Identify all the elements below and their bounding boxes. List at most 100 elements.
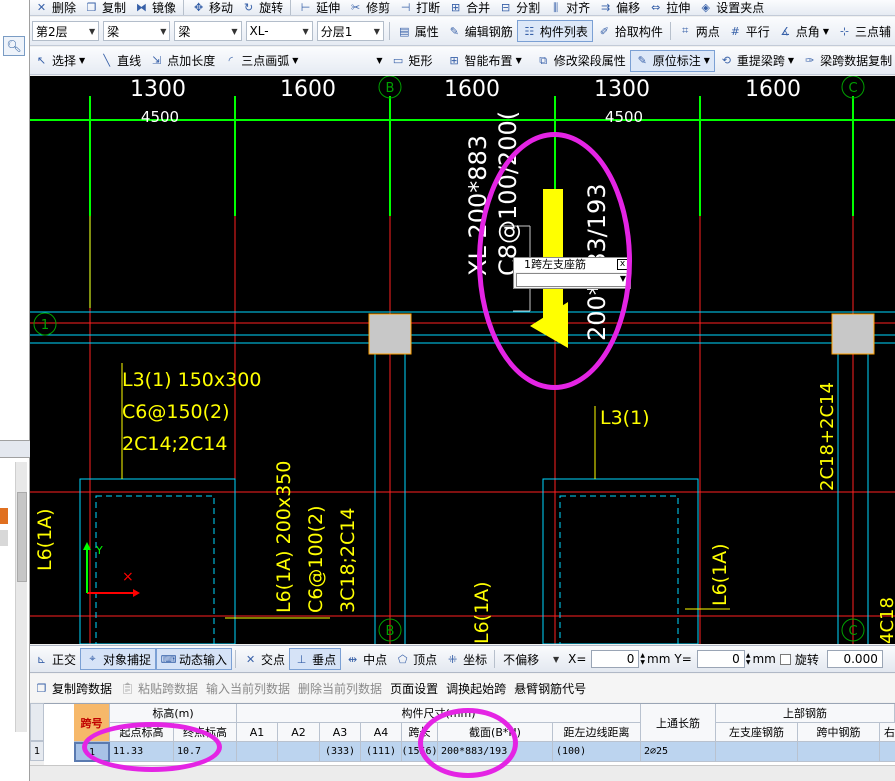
support-rebar-input[interactable]: ▼ [516, 273, 628, 287]
cell-mid-span[interactable] [798, 742, 880, 762]
table-horizontal-scrollbar[interactable] [30, 765, 895, 781]
component-list-button[interactable]: ☷ 构件列表 [516, 20, 593, 42]
col-header-span-len[interactable]: 跨长 [402, 723, 438, 742]
floor-select[interactable]: 第2层 ▼ [32, 21, 100, 41]
cell-a4[interactable]: (111) [361, 742, 402, 762]
select-button[interactable]: ↖ 选择 ▼ [30, 50, 89, 72]
cell-right-support[interactable] [880, 742, 895, 762]
three-point-arc-button[interactable]: ◜ 三点画弧 ▼ [219, 50, 302, 72]
original-annotation-button[interactable]: ✎ 原位标注 ▼ [629, 49, 715, 72]
col-header-span-no[interactable]: 跨号 [74, 704, 110, 742]
input-current-col-button[interactable]: 输入当前列数据 [202, 677, 294, 699]
merge-button[interactable]: ⊞ 合并 [444, 1, 494, 15]
split-button[interactable]: ⊟ 分割 [494, 1, 544, 15]
component-select[interactable]: XL- ▼ [245, 21, 313, 41]
two-points-button[interactable]: ⌗ 两点 [674, 20, 724, 42]
cantilever-code-button[interactable]: 悬臂钢筋代号 [510, 677, 590, 699]
column[interactable] [368, 313, 412, 355]
extend-button[interactable]: ⊢ 延伸 [294, 1, 344, 15]
paste-span-button[interactable]: 📋︎ 粘贴跨数据 [116, 677, 202, 699]
close-icon[interactable]: x [617, 259, 628, 270]
col-header-right-support[interactable]: 右 [880, 723, 895, 742]
left-panel-item[interactable] [0, 530, 8, 546]
perpendicular-snap[interactable]: ⊥ 垂点 [289, 648, 342, 670]
point-angle-button[interactable]: ∡ 点角 ▼ [774, 20, 833, 42]
col-header-left-support[interactable]: 左支座钢筋 [716, 723, 798, 742]
orthogonal-toggle[interactable]: ⊾ 正交 [30, 648, 80, 670]
cell-a2[interactable] [278, 742, 320, 762]
shape-dropdown[interactable]: ▼ [372, 50, 386, 72]
delete-button[interactable]: ✕ 删除 [30, 1, 80, 15]
offset-button[interactable]: ⇉ 偏移 [594, 1, 644, 15]
edit-rebar-button[interactable]: ✎ 编辑钢筋 [443, 20, 517, 42]
page-setup-button[interactable]: 页面设置 [386, 677, 442, 699]
rotate-checkbox[interactable] [779, 653, 791, 665]
vertex-snap[interactable]: ⬠ 顶点 [391, 648, 441, 670]
move-button[interactable]: ✥ 移动 [187, 1, 237, 15]
copy-span-button[interactable]: ❐ 复制跨数据 [30, 677, 116, 699]
y-input[interactable]: 0 [696, 650, 745, 668]
column[interactable] [831, 313, 875, 355]
property-button[interactable]: ▤ 属性 [393, 20, 443, 42]
pick-component-button[interactable]: ✐ 拾取构件 [593, 20, 667, 42]
span-data-copy-button[interactable]: ✑ 梁跨数据复制 [798, 50, 895, 72]
cell-section[interactable]: 200*883/193 [438, 742, 553, 762]
scroll-thumb[interactable] [17, 492, 27, 582]
chevron-down-icon[interactable]: ▼ [620, 274, 626, 283]
cell-start-elev[interactable]: 11.33 [110, 742, 174, 762]
cell-a1[interactable] [237, 742, 278, 762]
intersection-snap[interactable]: ✕ 交点 [239, 648, 289, 670]
col-header-a4[interactable]: A4 [361, 723, 402, 742]
x-spinner[interactable]: ▲ ▼ [640, 652, 645, 666]
point-extend-button[interactable]: ⇲ 点加长度 [145, 50, 219, 72]
left-panel-item-selected[interactable] [0, 508, 8, 524]
line-button[interactable]: ╲ 直线 [95, 50, 145, 72]
col-header-end-elev[interactable]: 终点标高 [174, 723, 237, 742]
drawing-canvas[interactable]: B C 1 B C 1300 1600 1600 1300 1600 4500 … [30, 76, 895, 644]
cell-left-support[interactable] [716, 742, 798, 762]
coordinate-snap[interactable]: ⁜ 坐标 [441, 648, 491, 670]
cell-a3[interactable]: (333) [320, 742, 361, 762]
y-spinner[interactable]: ▲ ▼ [746, 652, 751, 666]
modify-span-props-button[interactable]: ⧉ 修改梁段属性 [532, 50, 630, 72]
parallel-button[interactable]: # 平行 [724, 20, 774, 42]
col-header-dist-left-edge[interactable]: 距左边线距离 [553, 723, 641, 742]
smart-layout-button[interactable]: ⊞ 智能布置 ▼ [443, 50, 526, 72]
left-panel-scrollbar[interactable] [15, 462, 27, 732]
copy-button[interactable]: ❐ 复制 [80, 1, 130, 15]
midpoint-snap[interactable]: ⇹ 中点 [341, 648, 391, 670]
delete-current-col-button[interactable]: 删除当前列数据 [294, 677, 386, 699]
rect-button[interactable]: ▭ 矩形 [387, 50, 437, 72]
align-button[interactable]: ⫼ 对齐 [544, 1, 594, 16]
cell-dist-left-edge[interactable]: (100) [553, 742, 641, 762]
three-point-axis-button[interactable]: ⊹ 三点辅 [833, 20, 895, 42]
cell-end-elev[interactable]: 10.7 [174, 742, 237, 762]
search-icon[interactable]: 🔍︎ [3, 36, 25, 56]
rotate-input[interactable]: 0.000 [826, 650, 883, 668]
object-snap-toggle[interactable]: ⌖ 对象捕捉 [80, 648, 157, 670]
col-header-a3[interactable]: A3 [320, 723, 361, 742]
re-extract-span-button[interactable]: ⟲ 重提梁跨 ▼ [715, 50, 798, 72]
type-select[interactable]: 梁 ▼ [174, 21, 242, 41]
mirror-button[interactable]: ⧓ 镜像 [130, 1, 180, 15]
cell-span-len[interactable]: (1556) [402, 742, 438, 762]
offset-mode-select[interactable]: 不偏移 ▼ [500, 649, 562, 669]
col-header-a1[interactable]: A1 [237, 723, 278, 742]
col-header-section[interactable]: 截面(B*H) [438, 723, 553, 742]
col-header-top-through[interactable]: 上通长筋 [641, 704, 716, 742]
set-grip-button[interactable]: ◈ 设置夹点 [694, 1, 768, 15]
rotate-button[interactable]: ↻ 旋转 [237, 1, 287, 15]
x-input[interactable]: 0 [591, 650, 640, 668]
category-select[interactable]: 梁 ▼ [103, 21, 171, 41]
support-rebar-popup[interactable]: 1跨左支座筋 x ▼ [513, 257, 631, 289]
layer-select[interactable]: 分层1 ▼ [316, 21, 384, 41]
row-number[interactable]: 1 [30, 741, 44, 761]
col-header-a2[interactable]: A2 [278, 723, 320, 742]
cell-span-no[interactable]: 1 [74, 742, 110, 762]
col-header-start-elev[interactable]: 起点标高 [110, 723, 174, 742]
dynamic-input-toggle[interactable]: ⌨ 动态输入 [156, 648, 233, 670]
trim-button[interactable]: ✂ 修剪 [344, 1, 394, 15]
cell-top-through[interactable]: 2⌀25 [641, 742, 716, 762]
stretch-button[interactable]: ⇔ 拉伸 [644, 1, 694, 15]
swap-start-span-button[interactable]: 调换起始跨 [442, 677, 510, 699]
